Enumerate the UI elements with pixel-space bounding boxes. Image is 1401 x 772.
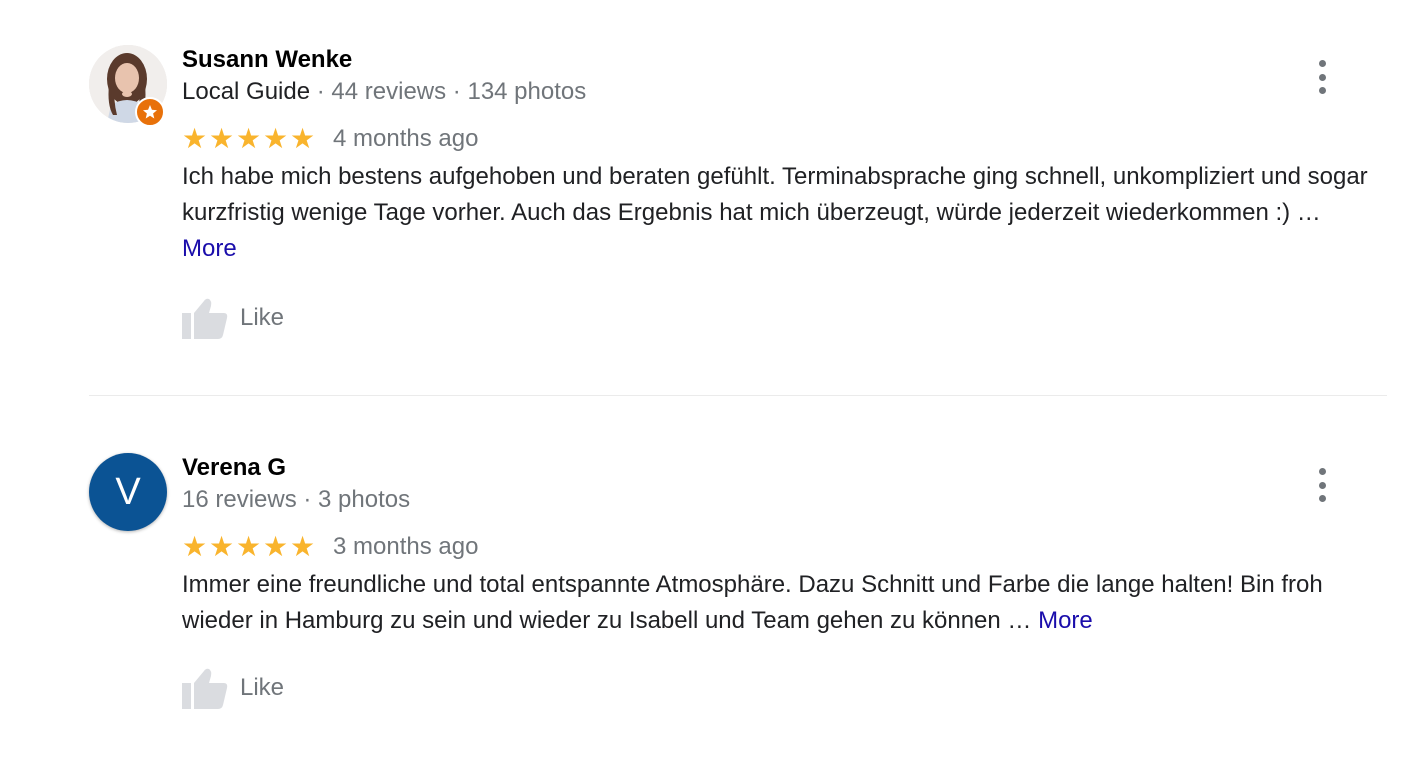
avatar[interactable]: V	[89, 453, 167, 531]
like-label: Like	[240, 674, 285, 701]
star-rating: ★ ★ ★ ★ ★	[182, 533, 315, 561]
menu-dot	[1318, 468, 1326, 475]
star-icon: ★	[209, 531, 235, 562]
more-options-icon[interactable]	[1310, 60, 1334, 94]
reviewer-name[interactable]: Verena G	[182, 452, 1372, 484]
reviewer-stats: · 44 reviews · 134 photos	[310, 78, 587, 105]
review-body: Immer eine freundliche und total entspan…	[182, 571, 1323, 634]
rating-row: ★ ★ ★ ★ ★ 3 months ago	[182, 530, 1372, 564]
star-icon: ★	[290, 123, 316, 154]
star-icon: ★	[290, 531, 316, 562]
like-button[interactable]: Like	[182, 297, 1372, 339]
star-icon: ★	[236, 531, 262, 562]
star-rating: ★ ★ ★ ★ ★	[182, 125, 315, 153]
star-icon: ★	[182, 123, 208, 154]
menu-dot	[1318, 60, 1326, 67]
review-content: Verena G 16 reviews · 3 photos ★ ★ ★ ★ ★…	[182, 452, 1372, 709]
reviews-list: Susann Wenke Local Guide · 44 reviews · …	[0, 0, 1401, 772]
more-link[interactable]: More	[1038, 607, 1093, 634]
menu-dot	[1318, 87, 1326, 94]
rating-row: ★ ★ ★ ★ ★ 4 months ago	[182, 122, 1372, 156]
review-time: 3 months ago	[333, 533, 479, 560]
more-options-icon[interactable]	[1310, 468, 1334, 502]
star-icon: ★	[182, 531, 208, 562]
review-body: Ich habe mich bestens aufgehoben und ber…	[182, 163, 1368, 226]
star-icon: ★	[263, 531, 289, 562]
like-label: Like	[240, 304, 285, 331]
review-text: Ich habe mich bestens aufgehoben und ber…	[182, 159, 1372, 267]
avatar[interactable]	[89, 45, 167, 127]
review-time: 4 months ago	[333, 125, 479, 152]
local-guide-label: Local Guide	[182, 78, 311, 105]
review-divider	[89, 395, 1387, 396]
star-icon: ★	[263, 123, 289, 154]
avatar-letter: V	[89, 453, 167, 531]
menu-dot	[1318, 73, 1326, 81]
review-content: Susann Wenke Local Guide · 44 reviews · …	[182, 44, 1372, 339]
menu-dot	[1318, 481, 1326, 489]
local-guide-star-icon	[135, 97, 165, 127]
star-icon: ★	[236, 123, 262, 154]
reviewer-name[interactable]: Susann Wenke	[182, 44, 1372, 76]
menu-dot	[1318, 495, 1326, 502]
thumbs-up-icon	[182, 298, 228, 339]
reviewer-stats: 16 reviews · 3 photos	[182, 486, 411, 513]
reviewer-meta: Local Guide · 44 reviews · 134 photos	[182, 76, 1372, 110]
star-icon: ★	[209, 123, 235, 154]
more-link[interactable]: More	[182, 235, 237, 262]
thumbs-up-icon	[182, 668, 228, 709]
review-text: Immer eine freundliche und total entspan…	[182, 567, 1372, 639]
like-button[interactable]: Like	[182, 667, 1372, 709]
